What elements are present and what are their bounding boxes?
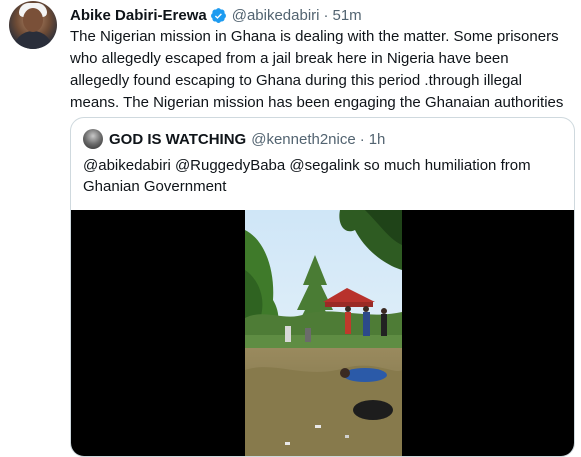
quoted-tweet[interactable]: GOD IS WATCHING @kenneth2nice · 1h @abik… [70,117,575,457]
separator-dot: · [323,6,329,24]
quoted-author-name: GOD IS WATCHING [109,130,247,148]
tweet-text: The Nigerian mission in Ghana is dealing… [70,28,564,111]
quoted-author-handle: @kenneth2nice [251,130,356,148]
quoted-tweet-text: @abikedabiri @RuggedyBaba @segalink so m… [83,157,531,195]
quoted-separator-dot: · [359,130,365,148]
tweet-header: Abike Dabiri-Erewa @abikedabiri · 51m [70,5,362,25]
video-frame [245,210,402,456]
quoted-tweet-timestamp: 1h [368,130,386,148]
quoted-tweet-header: GOD IS WATCHING @kenneth2nice · 1h [83,129,385,149]
quoted-author-avatar [83,129,103,149]
verified-badge-icon [210,7,227,24]
author-handle[interactable]: @abikedabiri [232,7,320,24]
tweet-timestamp[interactable]: 51m [333,7,362,24]
author-name[interactable]: Abike Dabiri-Erewa [70,7,207,24]
video-player[interactable] [71,210,574,456]
tweet[interactable]: Abike Dabiri-Erewa @abikedabiri · 51m Th… [0,0,581,457]
author-avatar[interactable] [9,1,57,49]
